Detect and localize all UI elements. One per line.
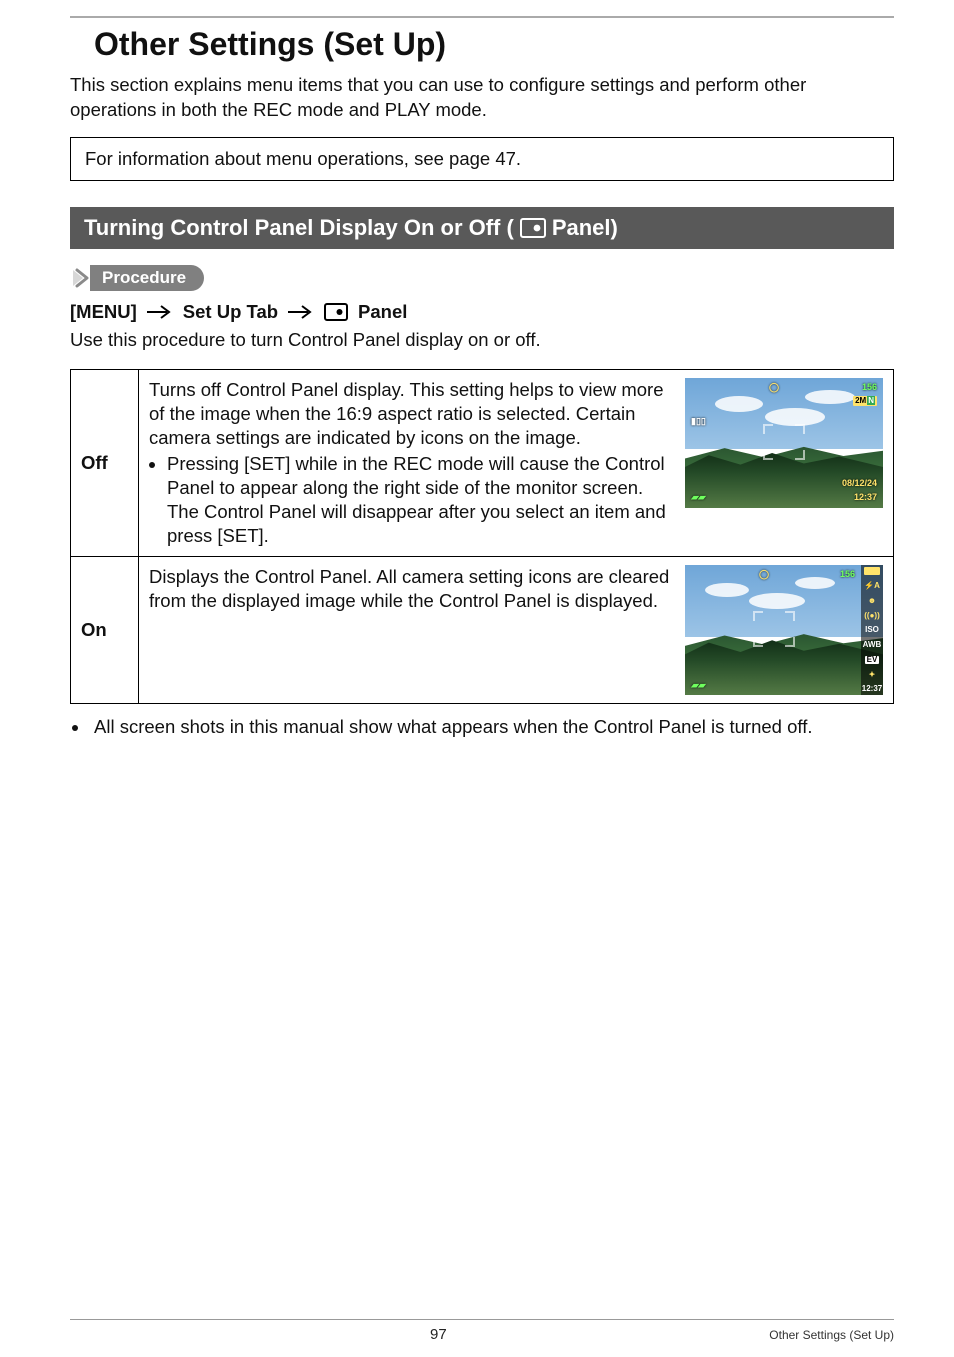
option-off-label: Off: [71, 369, 139, 556]
panel-face-icon: ☻: [868, 597, 876, 605]
section-heading-prefix: Turning Control Panel Display On or Off …: [84, 215, 514, 241]
option-on-label: On: [71, 557, 139, 704]
panel-icon: [520, 218, 546, 238]
battery-icon: ▮▯▯: [691, 416, 706, 428]
preview-on-thumbnail: ◯ 156 ▰▰ 2M ⚡A ☻ ((●)) ISO AWB EV: [685, 565, 883, 695]
option-off-bullet: Pressing [SET] while in the REC mode wil…: [167, 452, 671, 548]
page-title: Other Settings (Set Up): [94, 26, 894, 63]
panel-flash-icon: ⚡A: [864, 582, 880, 590]
page-footer: 97 Other Settings (Set Up): [0, 1319, 954, 1343]
procedure-breadcrumb: [MENU] Set Up Tab Panel: [70, 301, 894, 323]
panel-extra-icon: ✦: [869, 671, 876, 679]
procedure-description: Use this procedure to turn Control Panel…: [70, 329, 894, 351]
options-table: Off Turns off Control Panel display. Thi…: [70, 369, 894, 704]
date-stamp: 08/12/24: [842, 478, 877, 490]
option-off-text: Turns off Control Panel display. This se…: [149, 379, 663, 448]
footer-section-label: Other Settings (Set Up): [769, 1328, 894, 1342]
page-number: 97: [430, 1326, 447, 1343]
camera-mode-icon: ◯: [769, 382, 779, 394]
preview-off-thumbnail: ◯ 156 2MN ▮▯▯ 08/12/24 12:37 ▰▰: [685, 378, 883, 508]
option-on-text: Displays the Control Panel. All camera s…: [149, 565, 671, 613]
control-panel-strip: 2M ⚡A ☻ ((●)) ISO AWB EV ✦ 12:37: [861, 565, 883, 695]
option-off-cell: Turns off Control Panel display. This se…: [139, 369, 894, 556]
procedure-badge: Procedure: [90, 265, 204, 291]
shots-remaining: 156: [862, 382, 877, 394]
section-heading: Turning Control Panel Display On or Off …: [70, 207, 894, 249]
intro-text: This section explains menu items that yo…: [70, 73, 894, 123]
image-size-tag: 2MN: [853, 396, 877, 406]
panel-awb-label: AWB: [863, 641, 882, 649]
table-row: Off Turns off Control Panel display. Thi…: [71, 369, 894, 556]
arrow-right-icon: [147, 305, 173, 319]
memory-icon: ▰▰: [691, 680, 705, 692]
section-heading-suffix: Panel): [552, 215, 618, 241]
memory-icon: ▰▰: [691, 492, 705, 504]
breadcrumb-menu: [MENU]: [70, 301, 137, 323]
panel-time: 12:37: [862, 685, 882, 693]
breadcrumb-tab: Set Up Tab: [183, 301, 278, 323]
option-on-cell: Displays the Control Panel. All camera s…: [139, 557, 894, 704]
info-reference-box: For information about menu operations, s…: [70, 137, 894, 181]
panel-iso-label: ISO: [865, 626, 879, 634]
panel-ev-label: EV: [865, 656, 880, 664]
shots-remaining: 156: [840, 569, 855, 581]
camera-mode-icon: ◯: [759, 569, 769, 581]
footnote: All screen shots in this manual show wha…: [90, 716, 894, 738]
panel-size-tag: 2M: [864, 567, 879, 575]
procedure-chevron-icon: [70, 267, 92, 289]
arrow-right-icon: [288, 305, 314, 319]
panel-icon: [324, 303, 348, 321]
breadcrumb-item: Panel: [358, 301, 407, 323]
time-stamp: 12:37: [854, 492, 877, 504]
table-row: On Displays the Control Panel. All camer…: [71, 557, 894, 704]
panel-antishake-icon: ((●)): [864, 612, 880, 620]
